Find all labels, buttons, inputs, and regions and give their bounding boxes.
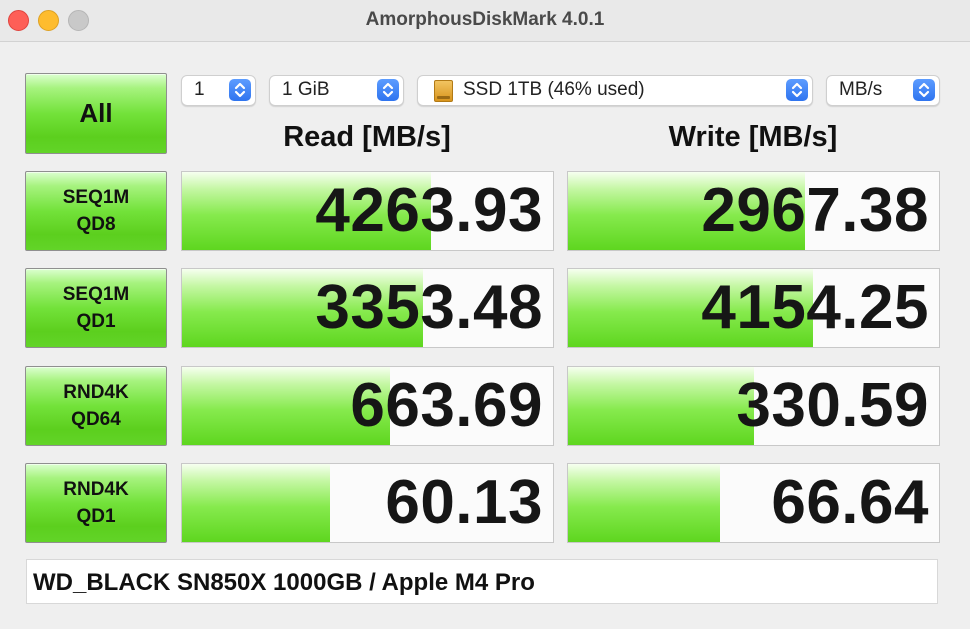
test-label-line2: QD1 bbox=[76, 311, 116, 332]
read-result-rnd4k-qd1: 60.13 bbox=[181, 463, 554, 543]
result-value: 4154.25 bbox=[701, 273, 929, 342]
test-label-line2: QD64 bbox=[71, 409, 121, 430]
up-down-chevron-icon bbox=[229, 79, 251, 101]
drive-icon bbox=[434, 80, 453, 102]
result-value: 4263.93 bbox=[315, 176, 543, 245]
test-label-line1: RND4K bbox=[63, 479, 129, 500]
read-result-seq1m-qd1: 3353.48 bbox=[181, 268, 554, 348]
drive-select[interactable]: SSD 1TB (46% used) bbox=[417, 75, 813, 106]
write-result-seq1m-qd8: 2967.38 bbox=[567, 171, 940, 251]
all-button-label: All bbox=[79, 98, 113, 128]
seq1m-qd8-button[interactable]: SEQ1M QD8 bbox=[25, 171, 167, 251]
read-column-header: Read [MB/s] bbox=[283, 121, 451, 153]
unit-select[interactable]: MB/s bbox=[826, 75, 940, 106]
app-window: AmorphousDiskMark 4.0.1 All 1 1 GiB SSD … bbox=[0, 0, 970, 629]
test-label-line1: SEQ1M bbox=[62, 187, 130, 208]
count-select[interactable]: 1 bbox=[181, 75, 256, 106]
up-down-chevron-icon bbox=[377, 79, 399, 101]
all-button[interactable]: All bbox=[25, 73, 167, 154]
drive-select-value: SSD 1TB (46% used) bbox=[463, 79, 645, 100]
result-value: 2967.38 bbox=[701, 176, 929, 245]
result-bar bbox=[182, 464, 331, 542]
result-bar bbox=[568, 367, 754, 445]
write-result-rnd4k-qd1: 66.64 bbox=[567, 463, 940, 543]
up-down-chevron-icon bbox=[913, 79, 935, 101]
write-column-header: Write [MB/s] bbox=[668, 121, 838, 153]
result-value: 663.69 bbox=[350, 371, 543, 440]
result-value: 330.59 bbox=[736, 371, 929, 440]
unit-select-value: MB/s bbox=[839, 79, 883, 100]
title-bar: AmorphousDiskMark 4.0.1 bbox=[0, 0, 970, 42]
up-down-chevron-icon bbox=[786, 79, 808, 101]
write-result-rnd4k-qd64: 330.59 bbox=[567, 366, 940, 446]
test-label-line1: SEQ1M bbox=[62, 284, 130, 305]
test-label-line2: QD8 bbox=[76, 214, 116, 235]
size-select[interactable]: 1 GiB bbox=[269, 75, 404, 106]
seq1m-qd1-button[interactable]: SEQ1M QD1 bbox=[25, 268, 167, 348]
result-value: 60.13 bbox=[385, 468, 543, 537]
comment-field[interactable]: WD_BLACK SN850X 1000GB / Apple M4 Pro bbox=[26, 559, 938, 604]
rnd4k-qd64-button[interactable]: RND4K QD64 bbox=[25, 366, 167, 446]
read-result-seq1m-qd8: 4263.93 bbox=[181, 171, 554, 251]
count-select-value: 1 bbox=[194, 79, 205, 100]
result-bar bbox=[568, 464, 721, 542]
result-value: 3353.48 bbox=[315, 273, 543, 342]
result-value: 66.64 bbox=[771, 468, 929, 537]
test-label-line1: RND4K bbox=[63, 382, 129, 403]
read-result-rnd4k-qd64: 663.69 bbox=[181, 366, 554, 446]
rnd4k-qd1-button[interactable]: RND4K QD1 bbox=[25, 463, 167, 543]
size-select-value: 1 GiB bbox=[282, 79, 330, 100]
window-title: AmorphousDiskMark 4.0.1 bbox=[365, 9, 605, 30]
write-result-seq1m-qd1: 4154.25 bbox=[567, 268, 940, 348]
test-label-line2: QD1 bbox=[76, 506, 116, 527]
